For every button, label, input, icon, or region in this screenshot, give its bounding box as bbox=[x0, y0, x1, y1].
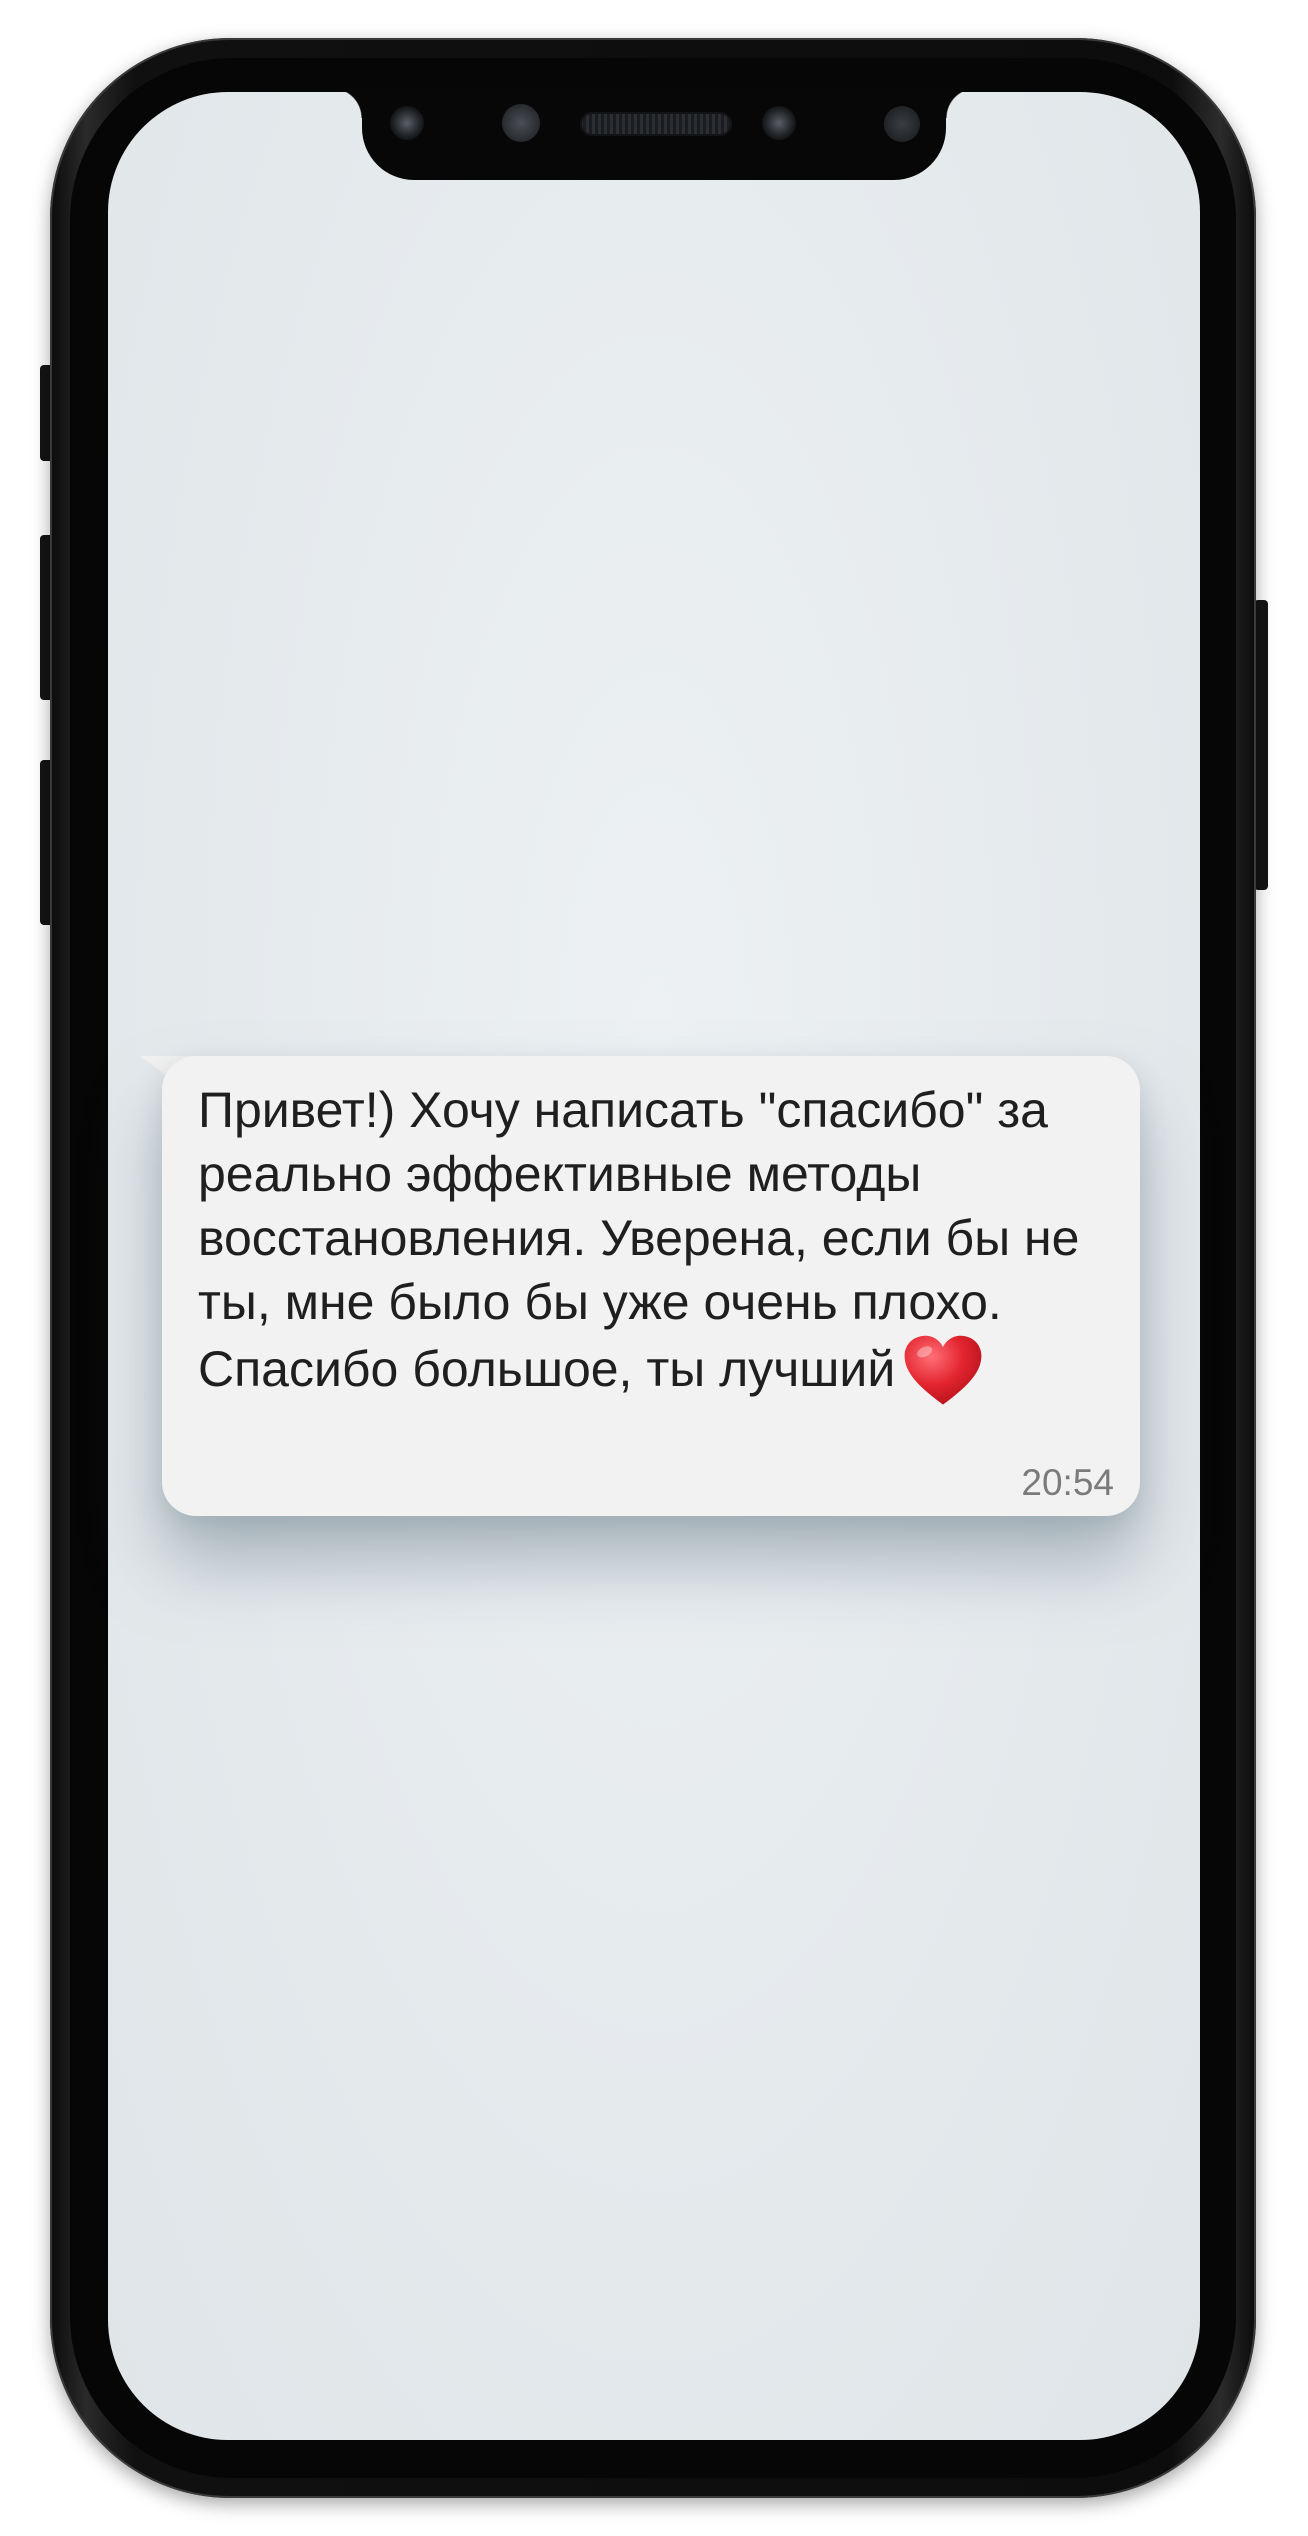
front-camera bbox=[502, 104, 540, 142]
phone-mockup: Привет!) Хочу написать "спасибо" за реал… bbox=[0, 0, 1308, 2536]
camera-notch bbox=[332, 88, 976, 180]
proximity-sensor bbox=[762, 106, 796, 140]
power-button bbox=[1254, 600, 1268, 890]
message-text-block: Привет!) Хочу написать "спасибо" за реал… bbox=[198, 1078, 1118, 1408]
red-heart-icon bbox=[904, 1335, 982, 1405]
front-sensor bbox=[390, 106, 424, 140]
message-bubble[interactable]: Привет!) Хочу написать "спасибо" за реал… bbox=[162, 1056, 1140, 1516]
dot-projector bbox=[884, 106, 920, 142]
earpiece-speaker bbox=[580, 112, 732, 136]
message-timestamp: 20:54 bbox=[1021, 1462, 1114, 1503]
